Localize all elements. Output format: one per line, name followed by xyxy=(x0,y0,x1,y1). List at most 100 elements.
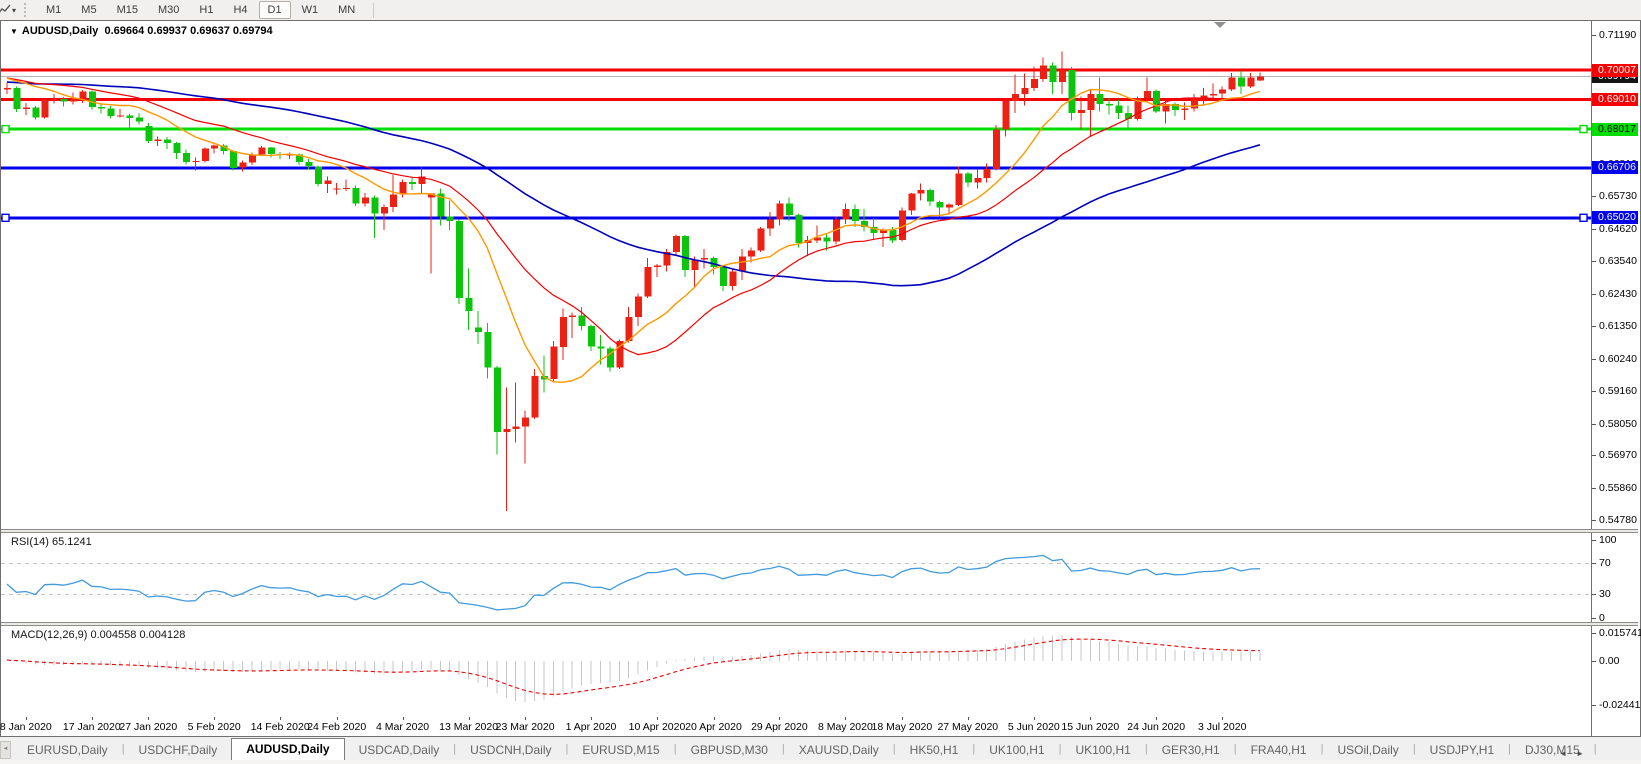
chart-tab-hk50-h1[interactable]: HK50,H1 xyxy=(896,739,973,760)
time-tick xyxy=(280,717,281,720)
time-tick xyxy=(337,717,338,720)
rsi-axis[interactable]: 10070300 xyxy=(1592,533,1638,622)
level-price-badge: 0.70007 xyxy=(1592,64,1638,77)
tab-nav-arrows[interactable]: ◄► xyxy=(1559,749,1593,758)
chart-tab-usdcnh-daily[interactable]: USDCNH,Daily xyxy=(456,739,565,760)
chart-tabbar: ◄ EURUSD,Daily|USDCHF,DailyAUDUSD,DailyU… xyxy=(0,737,1641,760)
price-tick: 0.59160 xyxy=(1592,385,1638,398)
time-label: 8 Jan 2020 xyxy=(0,721,52,733)
chart-tab-audusd-daily[interactable]: AUDUSD,Daily xyxy=(231,738,344,760)
line-selection-handle[interactable] xyxy=(2,126,9,133)
rsi-pane: RSI(14) 65.1241 10070300 xyxy=(1,533,1638,622)
time-label: 8 May 2020 xyxy=(818,721,873,733)
timeframe-button-mn[interactable]: MN xyxy=(329,1,364,19)
dropdown-caret-icon[interactable]: ▾ xyxy=(12,6,16,15)
chart-tab-usoil-daily[interactable]: USOil,Daily xyxy=(1323,739,1412,760)
price-axis[interactable]: 0.711900.700800.689700.679200.668100.657… xyxy=(1592,21,1638,529)
chart-tab-uk100-h1[interactable]: UK100,H1 xyxy=(1061,739,1144,760)
level-price-badge: 0.66706 xyxy=(1592,161,1638,174)
time-tick xyxy=(657,717,658,720)
macd-signal-value: 0.004128 xyxy=(139,629,185,641)
macd-tick: -0.024412 xyxy=(1592,699,1638,712)
macd-axis[interactable]: 0.0157410.00-0.024412 xyxy=(1592,626,1638,717)
macd-main-value: 0.004558 xyxy=(90,629,136,641)
rsi-plot[interactable]: RSI(14) 65.1241 xyxy=(1,533,1592,622)
line-selection-handle[interactable] xyxy=(2,214,9,221)
top-toolbar: ▾ M1M5M15M30H1H4D1W1MN xyxy=(0,0,1641,21)
time-tick xyxy=(1156,717,1157,720)
chart-window: ▼AUDUSD,Daily 0.69664 0.69937 0.69637 0.… xyxy=(0,20,1641,737)
timeframe-button-d1[interactable]: D1 xyxy=(259,1,291,19)
time-label: 4 Mar 2020 xyxy=(376,721,429,733)
timeframe-button-m1[interactable]: M1 xyxy=(37,1,70,19)
time-tick xyxy=(779,717,780,720)
macd-histogram xyxy=(7,635,1260,702)
line-selection-handle[interactable] xyxy=(1580,214,1587,221)
time-tick xyxy=(26,717,27,720)
time-tick xyxy=(968,717,969,720)
price-tick: 0.54780 xyxy=(1592,514,1638,527)
time-label: 1 Apr 2020 xyxy=(566,721,617,733)
time-tick xyxy=(1090,717,1091,720)
chart-tab-uk100-h1[interactable]: UK100,H1 xyxy=(975,739,1058,760)
tab-next-icon[interactable]: ► xyxy=(1576,749,1593,758)
timeframe-button-h1[interactable]: H1 xyxy=(190,1,222,19)
time-axis[interactable]: 8 Jan 202017 Jan 202027 Jan 20205 Feb 20… xyxy=(1,717,1638,736)
line-selection-handle[interactable] xyxy=(1580,126,1587,133)
price-tick: 0.61350 xyxy=(1592,320,1638,333)
time-tick xyxy=(214,717,215,720)
chart-tab-ger30-h1[interactable]: GER30,H1 xyxy=(1148,739,1234,760)
chart-tab-usdjpy-h1[interactable]: USDJPY,H1 xyxy=(1416,739,1508,760)
time-label: 15 Jun 2020 xyxy=(1061,721,1119,733)
time-label: 23 Mar 2020 xyxy=(496,721,555,733)
time-tick xyxy=(845,717,846,720)
time-tick xyxy=(403,717,404,720)
time-label: 14 Feb 2020 xyxy=(251,721,310,733)
time-label: 29 Apr 2020 xyxy=(751,721,808,733)
chart-title: ▼AUDUSD,Daily 0.69664 0.69937 0.69637 0.… xyxy=(10,25,273,37)
price-tick: 0.56970 xyxy=(1592,449,1638,462)
price-tick: 0.63540 xyxy=(1592,255,1638,268)
chart-tab-usdchf-daily[interactable]: USDCHF,Daily xyxy=(125,739,232,760)
time-tick xyxy=(525,717,526,720)
timeframe-button-m30[interactable]: M30 xyxy=(149,1,188,19)
macd-tick: 0.00 xyxy=(1592,655,1638,668)
candles xyxy=(4,52,1264,512)
timeframe-button-h4[interactable]: H4 xyxy=(224,1,256,19)
price-pane: ▼AUDUSD,Daily 0.69664 0.69937 0.69637 0.… xyxy=(1,21,1638,529)
collapse-caret-icon[interactable]: ▼ xyxy=(10,27,18,36)
time-label: 24 Feb 2020 xyxy=(307,721,366,733)
price-plot[interactable]: ▼AUDUSD,Daily 0.69664 0.69937 0.69637 0.… xyxy=(1,21,1592,529)
tab-scroll-left-icon[interactable]: ◄ xyxy=(0,741,11,759)
rsi-tick: 30 xyxy=(1592,588,1638,601)
time-label: 3 Jul 2020 xyxy=(1198,721,1246,733)
chart-tab-xauusd-daily[interactable]: XAUUSD,Daily xyxy=(785,739,893,760)
tab-separator: | xyxy=(1594,739,1597,760)
level-price-badge: 0.65020 xyxy=(1592,211,1638,224)
time-label: 18 May 2020 xyxy=(872,721,933,733)
level-price-badge: 0.69010 xyxy=(1592,93,1638,106)
chart-ohlc-values: 0.69664 0.69937 0.69637 0.69794 xyxy=(104,25,272,37)
toolbar-grip xyxy=(24,3,29,17)
timeframe-button-w1[interactable]: W1 xyxy=(293,1,328,19)
chart-tab-eurusd-daily[interactable]: EURUSD,Daily xyxy=(13,739,122,760)
toolbar-separator xyxy=(373,3,374,18)
chart-tab-fra40-h1[interactable]: FRA40,H1 xyxy=(1237,739,1321,760)
macd-plot[interactable]: MACD(12,26,9) 0.004558 0.004128 xyxy=(1,626,1592,717)
time-tick xyxy=(92,717,93,720)
timeframe-buttons: M1M5M15M30H1H4D1W1MN xyxy=(36,1,365,19)
time-tick xyxy=(469,717,470,720)
cursor-tool-icon[interactable] xyxy=(0,3,11,17)
tab-prev-icon[interactable]: ◄ xyxy=(1559,749,1576,758)
timeframe-button-m15[interactable]: M15 xyxy=(108,1,147,19)
chart-tab-usdcad-daily[interactable]: USDCAD,Daily xyxy=(345,739,454,760)
chart-tab-eurusd-m15[interactable]: EURUSD,M15 xyxy=(568,739,673,760)
time-tick xyxy=(1034,717,1035,720)
timeframe-button-m5[interactable]: M5 xyxy=(72,1,105,19)
rsi-tick: 70 xyxy=(1592,557,1638,570)
chart-shift-marker[interactable] xyxy=(1214,22,1226,28)
time-label: 5 Feb 2020 xyxy=(188,721,241,733)
price-tick: 0.64620 xyxy=(1592,223,1638,236)
price-tick: 0.55860 xyxy=(1592,482,1638,495)
chart-tab-gbpusd-m30[interactable]: GBPUSD,M30 xyxy=(677,739,782,760)
